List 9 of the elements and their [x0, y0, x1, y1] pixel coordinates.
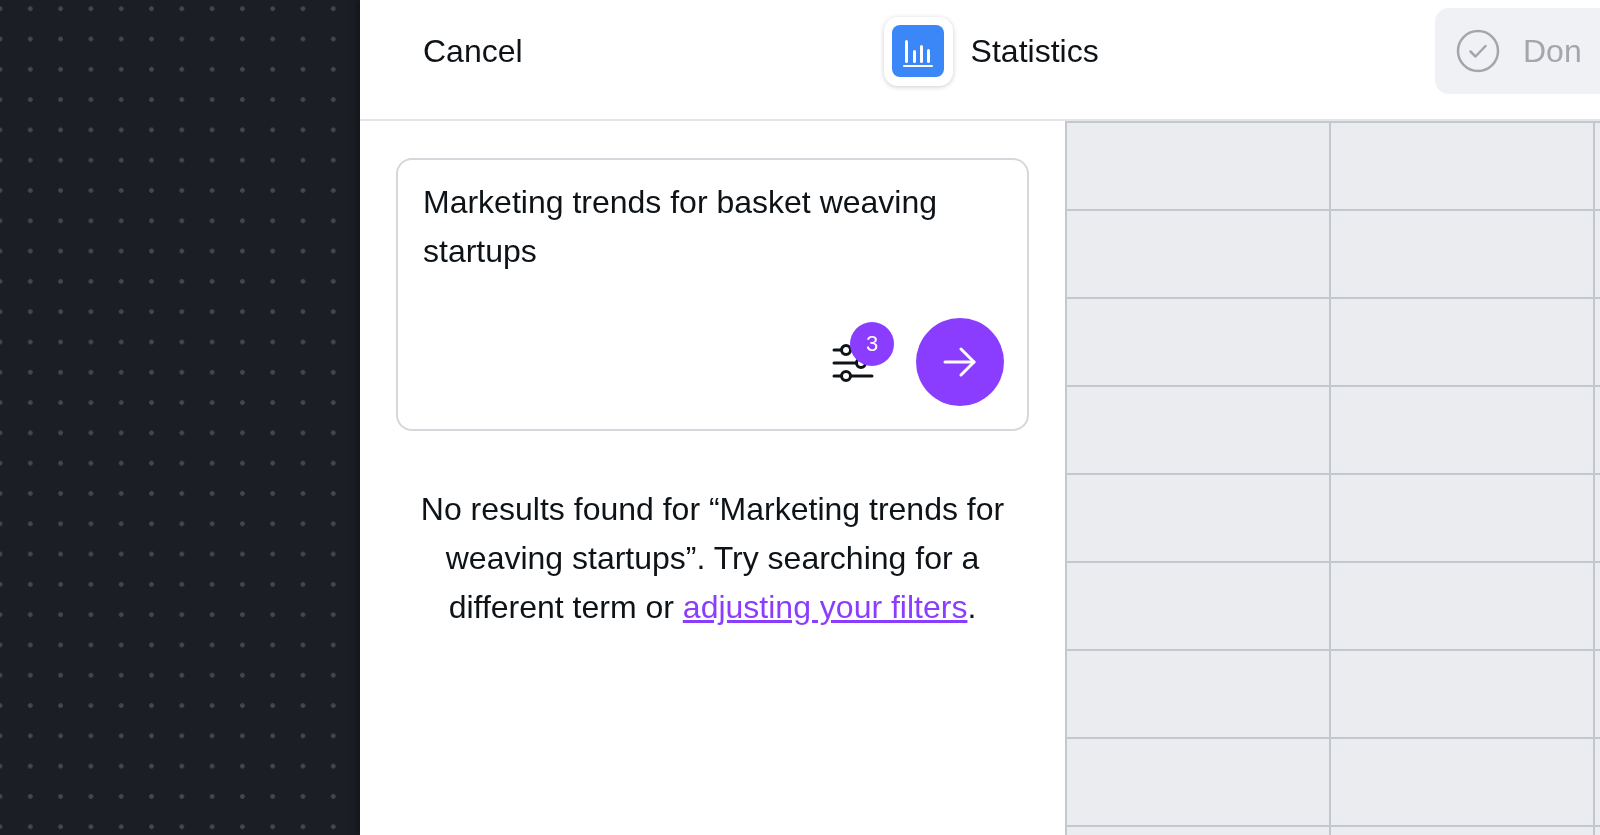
search-field[interactable]: Marketing trends for basket weaving startups 3: [396, 158, 1029, 431]
app-title: Statistics: [970, 32, 1099, 70]
filter-button[interactable]: 3: [832, 322, 894, 384]
filter-count-badge: 3: [850, 322, 894, 366]
bar-chart-icon: [883, 16, 953, 86]
check-circle-icon: [1456, 29, 1500, 73]
no-results-message: No results found for “Marketing trends for weaving startups”. Try searching for a different term or adjusting your filters.: [419, 490, 1006, 627]
adjust-filters-link[interactable]: adjusting your filters: [682, 589, 968, 625]
cancel-button[interactable]: Cancel: [423, 8, 523, 94]
